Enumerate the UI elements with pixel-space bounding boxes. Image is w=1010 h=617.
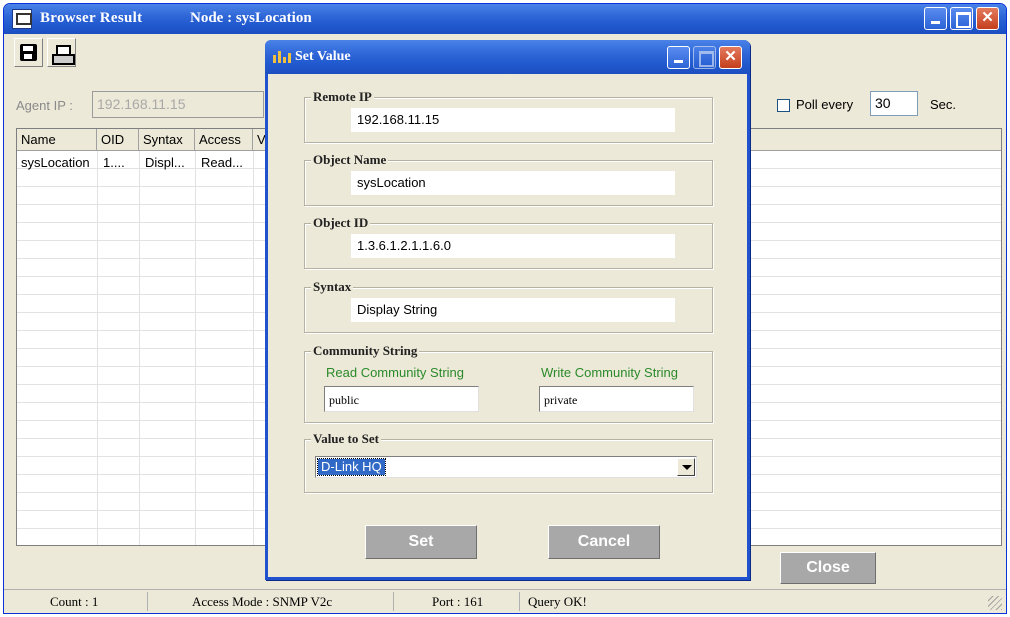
column-header-oid[interactable]: OID [97,129,139,151]
syntax-group: Syntax Display String [304,279,713,333]
object-id-label: Object ID [311,215,371,231]
remote-ip-field: 192.168.11.15 [351,108,675,132]
close-window-button[interactable]: ✕ [976,7,999,30]
close-icon: ✕ [981,10,994,26]
community-string-label: Community String [311,343,420,359]
print-button[interactable] [47,38,76,67]
remote-ip-label: Remote IP [311,89,374,105]
column-header-access[interactable]: Access [195,129,253,151]
remote-ip-group: Remote IP 192.168.11.15 [304,89,713,143]
set-button[interactable]: Set [365,525,477,559]
object-name-label: Object Name [311,152,389,168]
value-to-set-combobox[interactable]: D-Link HQ [315,456,697,478]
object-name-field: sysLocation [351,171,675,195]
cell-name: sysLocation [21,155,90,170]
minimize-button[interactable] [924,7,947,30]
maximize-button[interactable] [950,7,973,30]
window-title: Browser Result [40,10,143,26]
snmp-icon [273,51,291,63]
column-header-syntax[interactable]: Syntax [139,129,195,151]
syntax-field: Display String [351,298,675,322]
value-to-set-selected: D-Link HQ [317,458,386,476]
value-to-set-group: Value to Set D-Link HQ [304,431,713,493]
node-label: Node : sysLocation [190,10,312,26]
save-icon [20,44,37,61]
main-titlebar[interactable]: Browser Result Node : sysLocation ✕ [4,4,1006,34]
status-access-mode: Access Mode : SNMP V2c [148,592,394,611]
dialog-maximize-button [693,46,716,69]
community-string-group: Community String Read Community String W… [304,343,713,423]
resize-grip-icon[interactable] [988,596,1002,610]
column-divider [97,151,98,545]
column-divider [195,151,196,545]
cancel-button[interactable]: Cancel [548,525,660,559]
maximize-icon [694,47,715,68]
maximize-icon [951,8,972,29]
poll-every-checkbox[interactable] [777,99,790,112]
write-community-label: Write Community String [541,365,679,380]
column-divider [139,151,140,545]
cell-oid: 1.... [103,155,125,170]
status-query: Query OK! [528,594,587,609]
column-divider [253,151,254,545]
object-id-group: Object ID 1.3.6.1.2.1.1.6.0 [304,215,713,269]
object-id-field: 1.3.6.1.2.1.1.6.0 [351,234,675,258]
status-bar: Count : 1 Access Mode : SNMP V2c Port : … [4,589,1006,613]
column-header-name[interactable]: Name [17,129,97,151]
close-icon: ✕ [724,49,737,65]
value-to-set-label: Value to Set [311,431,381,447]
poll-unit-label: Sec. [930,97,957,112]
chevron-down-icon[interactable] [677,458,695,476]
browser-window-icon [12,9,32,29]
agent-ip-field: 192.168.11.15 [92,91,264,118]
dialog-close-button[interactable]: ✕ [719,46,742,69]
poll-every-label: Poll every [796,97,854,112]
read-community-input[interactable]: public [324,386,479,412]
dialog-minimize-button[interactable] [667,46,690,69]
status-count: Count : 1 [8,592,148,611]
close-button: Close [780,552,876,584]
printer-icon [52,45,75,65]
cell-syntax: Displ... [145,155,185,170]
poll-interval-input[interactable]: 30 [870,91,918,116]
minimize-icon [925,8,946,29]
dialog-titlebar[interactable]: Set Value ✕ [265,40,750,74]
status-port: Port : 161 [394,592,520,611]
write-community-input[interactable]: private [539,386,694,412]
object-name-group: Object Name sysLocation [304,152,713,206]
agent-ip-label: Agent IP : [16,98,73,113]
read-community-label: Read Community String [326,365,464,380]
set-value-dialog: Set Value ✕ Remote IP 192.168.11.15 Obje… [265,40,750,580]
syntax-label: Syntax [311,279,354,295]
cell-access: Read... [201,155,243,170]
minimize-icon [668,47,689,68]
dialog-title: Set Value [295,49,351,64]
save-button[interactable] [14,38,43,67]
